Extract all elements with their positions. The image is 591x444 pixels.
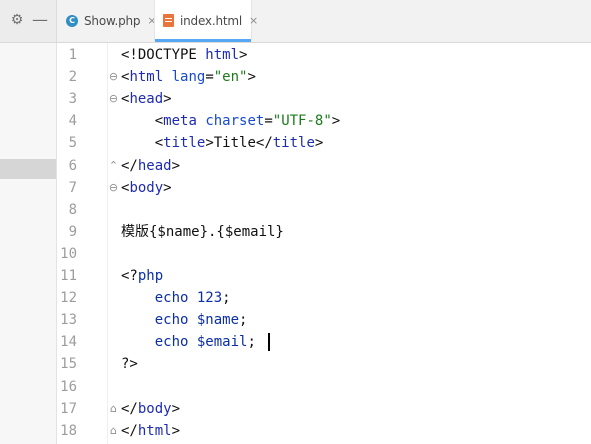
tab-label: index.html [180,13,242,28]
line-number: 2 [68,69,77,85]
tab-index-html[interactable]: index.html × [154,0,258,42]
fold-marker-icon[interactable]: ⊖ [108,177,119,199]
code-line[interactable]: 2 ⊖ <html lang="en"> [0,66,591,88]
code-text[interactable]: </body> [121,398,180,420]
code-line[interactable]: 16 [0,376,591,398]
line-number: 18 [60,423,77,439]
line-number: 8 [68,202,77,218]
editor-tab-bar: ⚙ — C Show.php × index.html × [0,0,591,43]
line-number: 12 [60,290,77,306]
code-text[interactable]: <?php [121,265,163,287]
code-line[interactable]: 17 ⌂ </body> [0,398,591,420]
code-text[interactable]: </html> [121,420,180,442]
line-number: 14 [60,334,77,350]
close-icon[interactable]: × [249,14,258,27]
code-line[interactable]: 18 ⌂ </html> [0,420,591,442]
line-number: 4 [68,113,77,129]
gear-icon[interactable]: ⚙ [9,12,25,28]
code-text[interactable]: <title>Title</title> [121,132,324,154]
code-line[interactable]: 7 ⊖ <body> [0,177,591,199]
fold-marker-icon[interactable]: ⌂ [108,420,119,442]
code-line[interactable]: 8 [0,199,591,221]
code-line[interactable]: 11 <?php [0,265,591,287]
project-tool-strip: ⚙ — [0,0,57,42]
code-line[interactable]: 1 <!DOCTYPE html> [0,44,591,66]
tab-label: Show.php [84,13,141,28]
line-number: 7 [68,180,77,196]
code-text[interactable]: echo $email; [121,331,256,353]
code-text[interactable]: echo $name; [121,309,248,331]
code-text[interactable]: <!DOCTYPE html> [121,44,247,66]
code-line[interactable]: 6 ⌃ </head> [0,155,591,177]
code-text[interactable]: ?> [121,353,138,375]
code-text[interactable]: <body> [121,177,172,199]
line-number: 13 [60,312,77,328]
fold-marker-icon[interactable]: ⊖ [108,88,119,110]
php-file-icon: C [66,14,78,27]
line-number: 10 [60,246,77,262]
fold-marker-icon[interactable]: ⊖ [108,66,119,88]
line-number: 15 [60,356,77,372]
code-text[interactable]: <head> [121,88,172,110]
code-line[interactable]: 12 echo 123; [0,287,591,309]
fold-marker-icon[interactable]: ⌂ [108,398,119,420]
line-number: 9 [68,224,77,240]
code-text[interactable]: <meta charset="UTF-8"> [121,110,341,132]
tab-show-php[interactable]: C Show.php × [58,0,157,41]
line-number: 11 [60,268,77,284]
code-line[interactable]: 4 <meta charset="UTF-8"> [0,110,591,132]
code-line[interactable]: 10 [0,243,591,265]
code-line[interactable]: 9 模版{$name}.{$email} [0,221,591,243]
code-text[interactable]: 模版{$name}.{$email} [121,221,284,243]
line-number: 16 [60,379,77,395]
code-text[interactable]: <html lang="en"> [121,66,256,88]
fold-marker-icon[interactable]: ⌃ [108,155,119,177]
code-line[interactable]: 15 ?> [0,353,591,375]
code-line[interactable]: 14 echo $email; [0,331,591,353]
code-line[interactable]: 13 echo $name; [0,309,591,331]
line-number: 6 [68,158,77,174]
minimize-icon[interactable]: — [32,12,48,28]
line-number: 3 [68,91,77,107]
text-caret [268,333,270,351]
line-number: 17 [60,401,77,417]
code-text[interactable]: echo 123; [121,287,231,309]
html-file-icon [163,14,174,27]
code-text[interactable]: </head> [121,155,180,177]
line-number: 1 [68,47,77,63]
code-line[interactable]: 5 <title>Title</title> [0,132,591,154]
code-line[interactable]: 3 ⊖ <head> [0,88,591,110]
line-number: 5 [68,135,77,151]
